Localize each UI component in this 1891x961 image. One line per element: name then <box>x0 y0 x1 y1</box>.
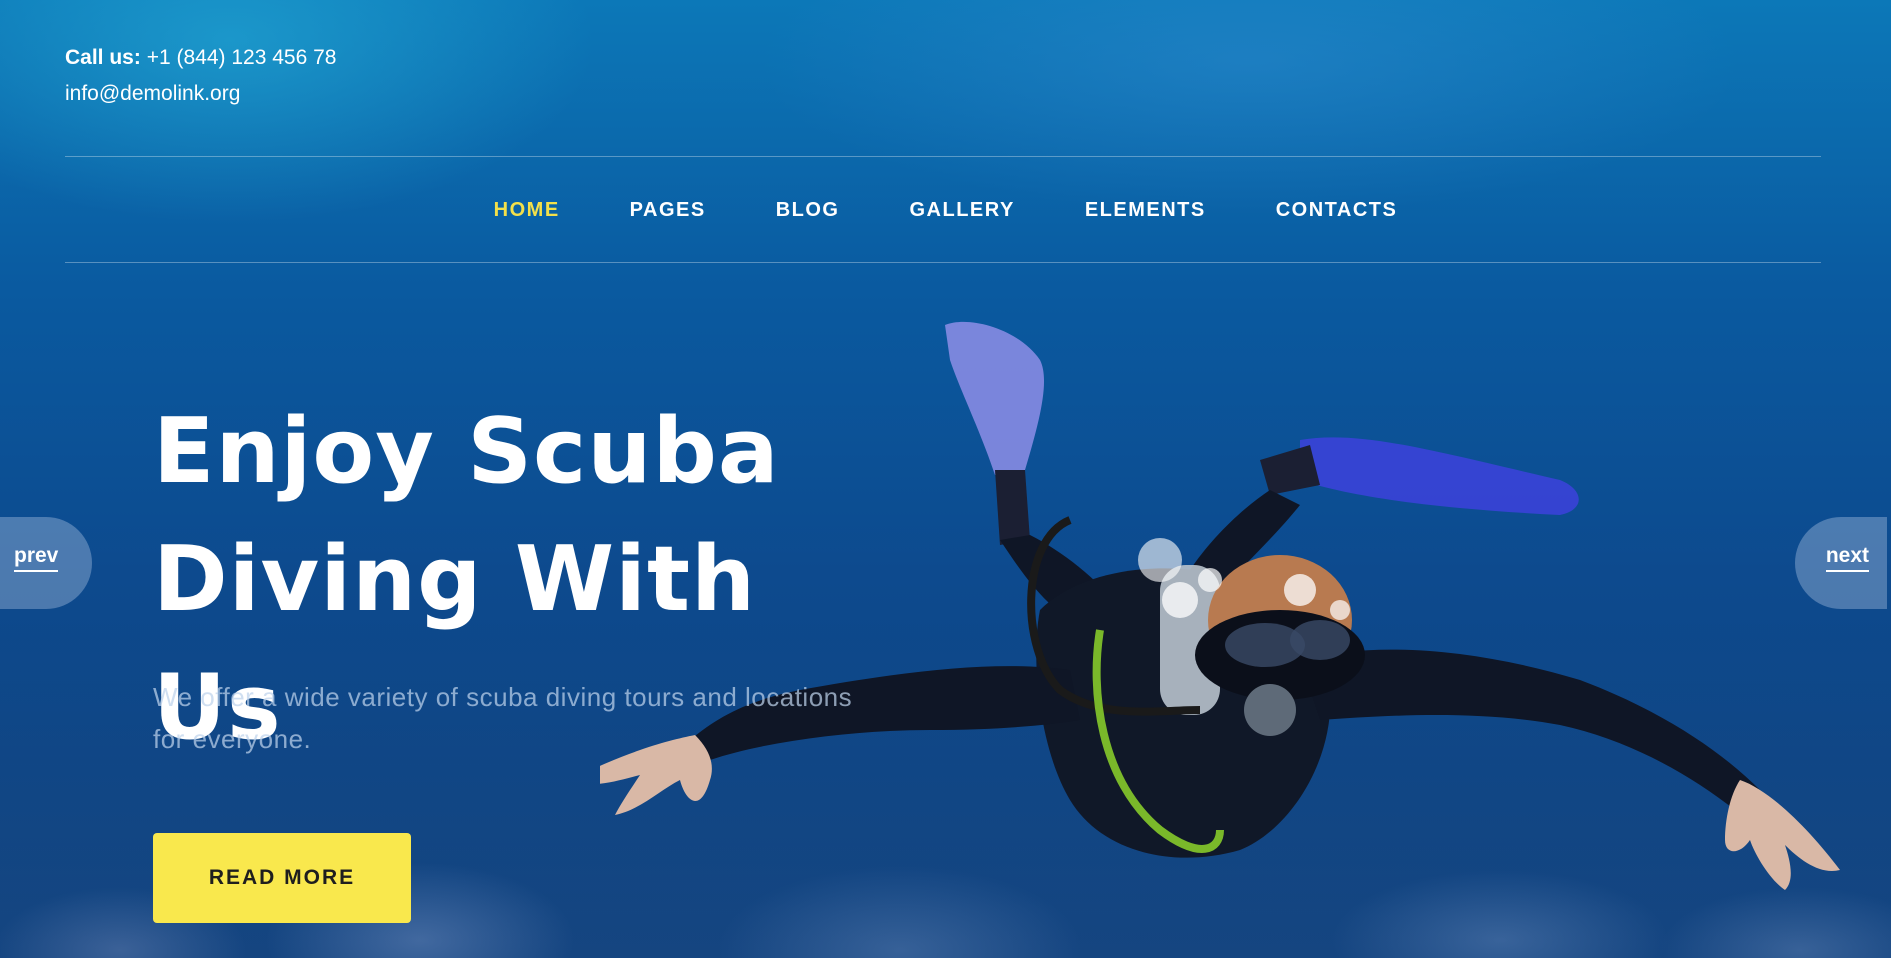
main-navigation: HOME PAGES BLOG GALLERY ELEMENTS CONTACT… <box>0 195 1891 225</box>
phone-number[interactable]: +1 (844) 123 456 78 <box>147 46 337 69</box>
nav-item-elements[interactable]: ELEMENTS <box>1085 195 1206 225</box>
nav-top-divider <box>65 156 1821 157</box>
hero-subtitle: We offer a wide variety of scuba diving … <box>153 682 853 754</box>
nav-item-home[interactable]: HOME <box>494 195 560 225</box>
nav-item-gallery[interactable]: GALLERY <box>909 195 1014 225</box>
slider-prev-label: prev <box>14 544 59 572</box>
hero-section: Call us: +1 (844) 123 456 78 info@demoli… <box>0 0 1891 958</box>
hero-title-line-1: Enjoy Scuba <box>153 399 780 504</box>
slider-next-button[interactable]: next <box>1795 517 1887 609</box>
slider-next-label: next <box>1825 544 1869 572</box>
read-more-button[interactable]: READ MORE <box>153 833 411 923</box>
nav-bottom-divider <box>65 262 1821 263</box>
nav-item-contacts[interactable]: CONTACTS <box>1276 195 1398 225</box>
contact-info: Call us: +1 (844) 123 456 78 info@demoli… <box>65 40 336 112</box>
call-us-label: Call us: <box>65 46 141 69</box>
nav-item-pages[interactable]: PAGES <box>630 195 706 225</box>
slider-prev-button[interactable]: prev <box>0 517 92 609</box>
email-link[interactable]: info@demolink.org <box>65 76 336 112</box>
phone-line: Call us: +1 (844) 123 456 78 <box>65 40 336 76</box>
nav-item-blog[interactable]: BLOG <box>776 195 840 225</box>
